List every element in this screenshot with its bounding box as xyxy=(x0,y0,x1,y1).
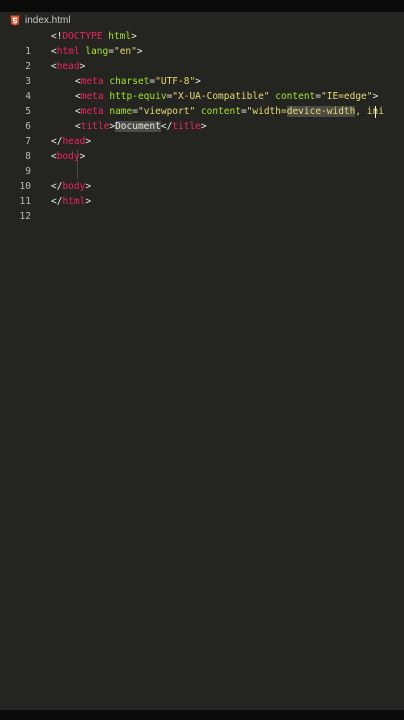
line-code: <html lang="en"> xyxy=(51,46,143,57)
code-editor[interactable]: 1 <!DOCTYPE html> 2 <html lang="en"> 3 <… xyxy=(0,29,404,710)
line-code: </body> xyxy=(51,181,92,192)
code-line-9[interactable]: 9 <body> xyxy=(0,149,404,177)
code-line-2[interactable]: 2 <html lang="en"> xyxy=(0,44,404,72)
editor-window: index.html 1 <!DOCTYPE html> 2 <html lan… xyxy=(0,0,404,720)
line-code: </html> xyxy=(51,196,92,207)
bottom-black-bar xyxy=(0,710,404,720)
tab-label: index.html xyxy=(25,15,71,26)
line-code: <!DOCTYPE html> xyxy=(51,31,137,42)
matched-text: Document xyxy=(115,121,161,132)
text-caret xyxy=(375,106,376,118)
file-tab[interactable]: index.html xyxy=(10,13,71,28)
line-number: 12 xyxy=(19,211,31,222)
code-line-7[interactable]: 7 <title>Document</title> xyxy=(0,119,404,147)
line-code: <head> xyxy=(51,61,86,72)
code-line-10[interactable]: 10 xyxy=(0,164,404,192)
line-code: <meta charset="UTF-8"> xyxy=(75,76,201,87)
line-code: </head> xyxy=(51,136,92,147)
code-line-5[interactable]: 5 <meta http-equiv="X-UA-Compatible" con… xyxy=(0,89,404,117)
code-line-11[interactable]: 11 </body> xyxy=(0,179,404,207)
line-code: <body> xyxy=(51,151,86,162)
html5-icon xyxy=(10,15,20,26)
code-line-1[interactable]: 1 <!DOCTYPE html> xyxy=(0,29,404,57)
top-black-bar xyxy=(0,0,404,12)
code-line-6[interactable]: 6 <meta name="viewport" content="width=d… xyxy=(0,104,404,132)
code-line-4[interactable]: 4 <meta charset="UTF-8"> xyxy=(0,74,404,102)
line-code: <meta http-equiv="X-UA-Compatible" conte… xyxy=(75,91,379,102)
code-line-3[interactable]: 3 <head> xyxy=(0,59,404,87)
tab-strip: index.html xyxy=(0,12,404,29)
line-code: <title>Document</title> xyxy=(75,121,207,132)
selected-text: device-width xyxy=(286,106,356,117)
line-code: <meta name="viewport" content="width=dev… xyxy=(75,106,384,117)
code-line-12[interactable]: 12 </html> xyxy=(0,194,404,222)
code-line-8[interactable]: 8 </head> xyxy=(0,134,404,162)
